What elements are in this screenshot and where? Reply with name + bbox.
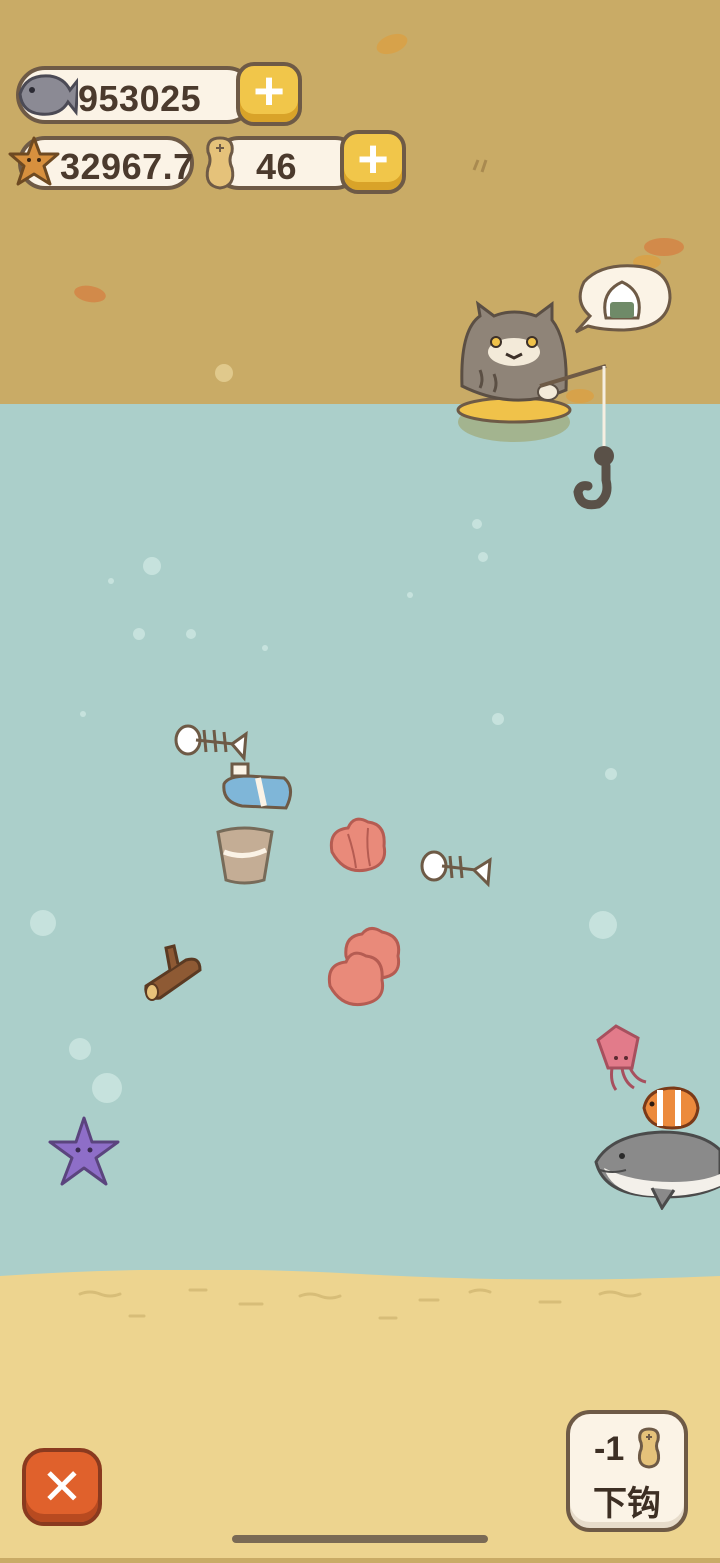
drop-hook-label: 下钩 (593, 1485, 661, 1523)
fish-count: 953025 (78, 78, 202, 119)
starfish-icon (8, 136, 60, 186)
add-fish-button[interactable]: + (236, 62, 302, 126)
cup-icon[interactable] (214, 826, 276, 886)
home-indicator[interactable] (232, 1535, 488, 1543)
shell-icon[interactable] (326, 812, 390, 876)
drop-hook-button[interactable]: -1 下钩 (566, 1410, 688, 1532)
fishing-scene: 953025 + 32967.7 46 + ✕ -1 下钩 (0, 0, 720, 1558)
close-button[interactable]: ✕ (22, 1448, 102, 1526)
add-bait-button[interactable]: + (340, 130, 406, 194)
fish-counter: 953025 (16, 66, 256, 124)
fish-bone-icon-2[interactable] (418, 842, 494, 894)
shell-pair-icon[interactable] (326, 926, 404, 1012)
bait-count: 46 (256, 146, 298, 187)
star-count: 32967.7 (60, 146, 194, 187)
purple-starfish-icon[interactable] (48, 1116, 120, 1188)
thought-bubble (574, 264, 672, 334)
peanut-icon (205, 136, 235, 190)
plus-icon: + (253, 61, 285, 121)
shark-icon[interactable] (592, 1120, 720, 1210)
bottle-icon[interactable] (218, 762, 298, 816)
hook-icon (573, 461, 612, 510)
hook-cost: -1 (594, 1430, 625, 1468)
plus-icon: + (357, 129, 389, 189)
peanut-icon (637, 1427, 661, 1469)
fish-icon (18, 74, 78, 116)
driftwood-icon[interactable] (140, 942, 206, 1006)
close-icon: ✕ (41, 1459, 83, 1515)
fish-bone-icon[interactable] (172, 716, 252, 766)
